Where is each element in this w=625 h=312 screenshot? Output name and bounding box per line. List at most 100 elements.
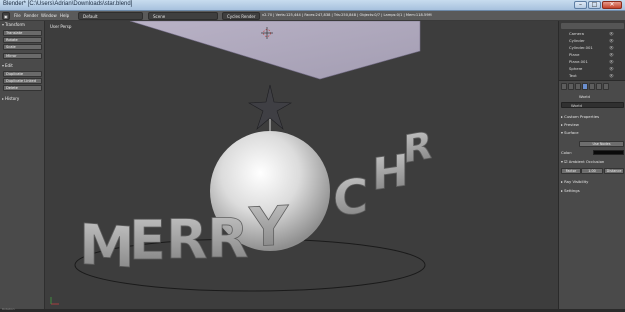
ambient-occlusion-label: Ambient Occlusion <box>568 159 605 164</box>
svg-text:R: R <box>403 123 432 173</box>
ao-factor-button[interactable]: Factor <box>561 168 581 174</box>
menu-help[interactable]: Help <box>60 13 69 18</box>
mirror-button[interactable]: Mirror <box>3 53 42 59</box>
ray-visibility-panel[interactable]: ▸ Ray Visibility <box>561 179 624 184</box>
menu-file[interactable]: File <box>14 13 21 18</box>
duplicate-linked-button[interactable]: Duplicate Linked <box>3 78 42 84</box>
outliner-item-label: Plane <box>569 52 580 57</box>
menu-window[interactable]: Window <box>41 13 57 18</box>
settings-label: Settings <box>564 188 580 193</box>
svg-text:Y: Y <box>248 194 289 259</box>
modifier-tab-icon[interactable] <box>596 83 602 90</box>
expand-icon: ▸ <box>2 96 5 101</box>
outliner-header <box>561 23 624 29</box>
rotate-button[interactable]: Rotate <box>3 37 42 43</box>
surface-panel[interactable]: ▾ Surface <box>561 130 624 135</box>
minimize-icon: – <box>579 1 582 8</box>
status-label: Rotation <box>2 307 15 311</box>
preview-label: Preview <box>564 122 579 127</box>
outliner-item-sphere[interactable]: Sphere 👁 <box>569 66 614 71</box>
close-button[interactable]: ✕ <box>602 1 622 9</box>
object-tab-icon[interactable] <box>589 83 595 90</box>
axis-widget <box>50 297 59 305</box>
collapse-icon: ▾ <box>2 63 5 68</box>
history-panel-header[interactable]: ▸History <box>0 96 45 102</box>
material-tab-icon[interactable] <box>603 83 609 90</box>
layers-tab-icon[interactable] <box>575 83 581 90</box>
world-tab-icon[interactable] <box>582 83 588 90</box>
world-field-value: World <box>571 103 582 108</box>
settings-panel[interactable]: ▸ Settings <box>561 188 624 193</box>
maximize-button[interactable]: □ <box>588 1 601 9</box>
christmas-text-mesh: C H R <box>333 123 433 229</box>
ambient-occlusion-row[interactable]: ▾ ☑ Ambient Occlusion <box>561 159 624 164</box>
outliner-item-label: Cylinder.001 <box>569 45 593 50</box>
svg-text:E: E <box>129 209 166 272</box>
viewport-label: User Persp <box>50 24 72 29</box>
scene-selector[interactable]: Scene <box>148 12 218 20</box>
outliner-item-plane-001[interactable]: Plane.001 👁 <box>569 59 614 64</box>
edit-panel-header[interactable]: ▾Edit <box>0 63 45 69</box>
history-panel-label: History <box>5 96 20 101</box>
viewport-scene: M E R R Y C H R <box>50 21 433 305</box>
custom-properties-label: Custom Properties <box>564 114 600 119</box>
visibility-icon[interactable]: 👁 <box>609 38 614 43</box>
render-engine-selector[interactable]: Cycles Render <box>222 12 260 20</box>
use-nodes-button[interactable]: Use Nodes <box>579 141 624 147</box>
info-header: ▣ File Render Window Help Default Scene … <box>0 11 625 21</box>
layout-selector[interactable]: Default <box>78 12 143 20</box>
delete-button[interactable]: Delete <box>3 85 42 91</box>
svg-text:R: R <box>207 207 249 270</box>
outliner-item-text[interactable]: Text 👁 <box>569 73 614 78</box>
minimize-button[interactable]: – <box>574 1 587 9</box>
scene-name: Scene <box>153 14 166 19</box>
translate-button[interactable]: Translate <box>3 30 42 36</box>
svg-text:C: C <box>333 168 368 228</box>
scale-button[interactable]: Scale <box>3 44 42 50</box>
world-breadcrumb: World <box>561 94 624 99</box>
layout-name: Default <box>83 14 98 19</box>
overhead-plane <box>129 21 421 80</box>
properties-tabs <box>561 83 624 91</box>
visibility-icon[interactable]: 👁 <box>609 31 614 36</box>
outliner-item-label: Camera <box>569 31 584 36</box>
edit-panel-label: Edit <box>5 63 13 68</box>
ao-distance-button[interactable]: Distance <box>604 168 624 174</box>
render-tab-icon[interactable] <box>561 83 567 90</box>
maximize-icon: □ <box>591 1 598 8</box>
color-label: Color: <box>561 150 573 155</box>
color-row: Color: <box>561 150 624 155</box>
transform-panel-header[interactable]: ▾Transform <box>0 22 45 28</box>
visibility-icon[interactable]: 👁 <box>609 66 614 71</box>
editor-type-button[interactable]: ▣ <box>2 12 10 20</box>
world-name: World <box>579 94 590 99</box>
ao-value-field[interactable]: 1.00 <box>581 168 603 174</box>
svg-text:M: M <box>79 212 135 281</box>
outliner-item-cylinder-001[interactable]: Cylinder.001 👁 <box>569 45 614 50</box>
visibility-icon[interactable]: 👁 <box>609 52 614 57</box>
visibility-icon[interactable]: 👁 <box>609 59 614 64</box>
close-icon: ✕ <box>609 1 615 8</box>
window-title-bar: Blender* [C:\Users\Adrian\Downloads\star… <box>0 0 625 11</box>
visibility-icon[interactable]: 👁 <box>609 45 614 50</box>
preview-panel[interactable]: ▸ Preview <box>561 122 624 127</box>
menu-render[interactable]: Render <box>24 13 38 18</box>
duplicate-button[interactable]: Duplicate <box>3 71 42 77</box>
outliner-item-label: Cylinder <box>569 38 585 43</box>
collapse-icon: ▾ <box>2 22 5 27</box>
tool-shelf: ▾Transform Translate Rotate Scale Mirror… <box>0 21 45 309</box>
outliner-item-camera[interactable]: Camera 👁 <box>569 31 614 36</box>
outliner-item-plane[interactable]: Plane 👁 <box>569 52 614 57</box>
surface-label: Surface <box>564 130 579 135</box>
editor-type-icon: ▣ <box>4 14 8 19</box>
scene-tab-icon[interactable] <box>568 83 574 90</box>
outliner-item-cylinder[interactable]: Cylinder 👁 <box>569 38 614 43</box>
visibility-icon[interactable]: 👁 <box>609 73 614 78</box>
merry-text-mesh: M E R R Y <box>79 194 290 282</box>
world-color-swatch[interactable] <box>593 150 624 155</box>
outliner-item-label: Sphere <box>569 66 583 71</box>
3d-viewport[interactable]: M E R R Y C H R User Persp <box>45 21 558 309</box>
ray-visibility-label: Ray Visibility <box>564 179 589 184</box>
custom-properties-panel[interactable]: ▸ Custom Properties <box>561 114 624 119</box>
world-selector[interactable]: World <box>561 102 624 108</box>
